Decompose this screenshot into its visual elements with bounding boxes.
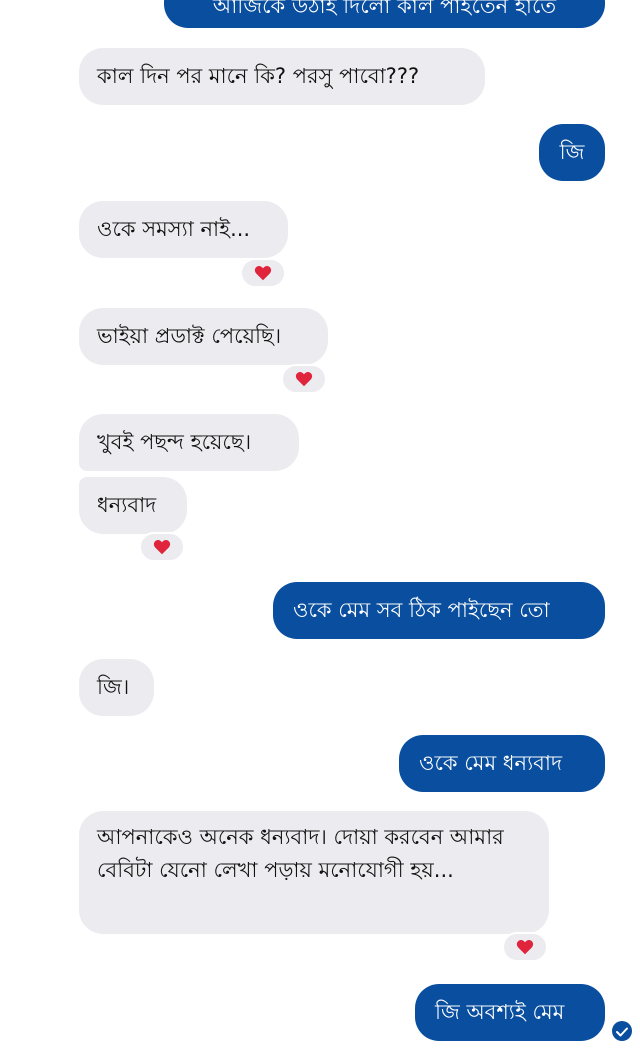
message-text: জি। [97, 675, 130, 699]
message-text: ওকে সমস্যা নাই... [97, 217, 251, 241]
message-text: ওকে মেম সব ঠিক পাইছেন তো [293, 598, 550, 622]
message-text: ধন্যবাদ [97, 493, 157, 517]
outgoing-message[interactable]: আজিকে উঠাই দিলো কাল পাইতেন হাতে [164, 0, 605, 28]
incoming-message[interactable]: ওকে সমস্যা নাই... [79, 201, 288, 258]
message-text: খুবই পছন্দ হয়েছে। [97, 430, 252, 454]
incoming-message[interactable]: ভাইয়া প্রডাক্ট পেয়েছি। [79, 308, 328, 365]
message-text: আপনাকেও অনেক ধন্যবাদ। দোয়া করবেন আমার ব… [97, 825, 504, 882]
message-text: ওকে মেম ধন্যবাদ [419, 751, 562, 775]
outgoing-message[interactable]: ওকে মেম ধন্যবাদ [399, 735, 605, 792]
message-text: কাল দিন পর মানে কি? পরসু পাবো??? [97, 64, 420, 88]
message-text: জি [559, 140, 585, 164]
message-reaction[interactable] [240, 258, 286, 288]
message-text: জি অবশ্যই মেম [435, 1000, 565, 1024]
outgoing-message[interactable]: জি অবশ্যই মেম [415, 984, 605, 1041]
message-text: আজিকে উঠাই দিলো কাল পাইতেন হাতে [212, 0, 557, 18]
incoming-message[interactable]: খুবই পছন্দ হয়েছে। [79, 414, 299, 471]
outgoing-message[interactable]: ওকে মেম সব ঠিক পাইছেন তো [273, 582, 605, 639]
message-text: ভাইয়া প্রডাক্ট পেয়েছি। [97, 324, 282, 348]
message-reaction[interactable] [281, 364, 327, 394]
message-reaction[interactable] [502, 932, 548, 962]
message-reaction[interactable] [139, 532, 185, 562]
check-icon [616, 1022, 628, 1041]
heart-icon [295, 371, 313, 387]
incoming-message[interactable]: আপনাকেও অনেক ধন্যবাদ। দোয়া করবেন আমার ব… [79, 811, 549, 934]
outgoing-message[interactable]: জি [539, 124, 605, 181]
seen-status [612, 1021, 632, 1041]
incoming-message[interactable]: জি। [79, 659, 154, 716]
incoming-message[interactable]: কাল দিন পর মানে কি? পরসু পাবো??? [79, 48, 485, 105]
heart-icon [153, 539, 171, 555]
heart-icon [254, 265, 272, 281]
heart-icon [516, 939, 534, 955]
incoming-message[interactable]: ধন্যবাদ [79, 477, 187, 534]
